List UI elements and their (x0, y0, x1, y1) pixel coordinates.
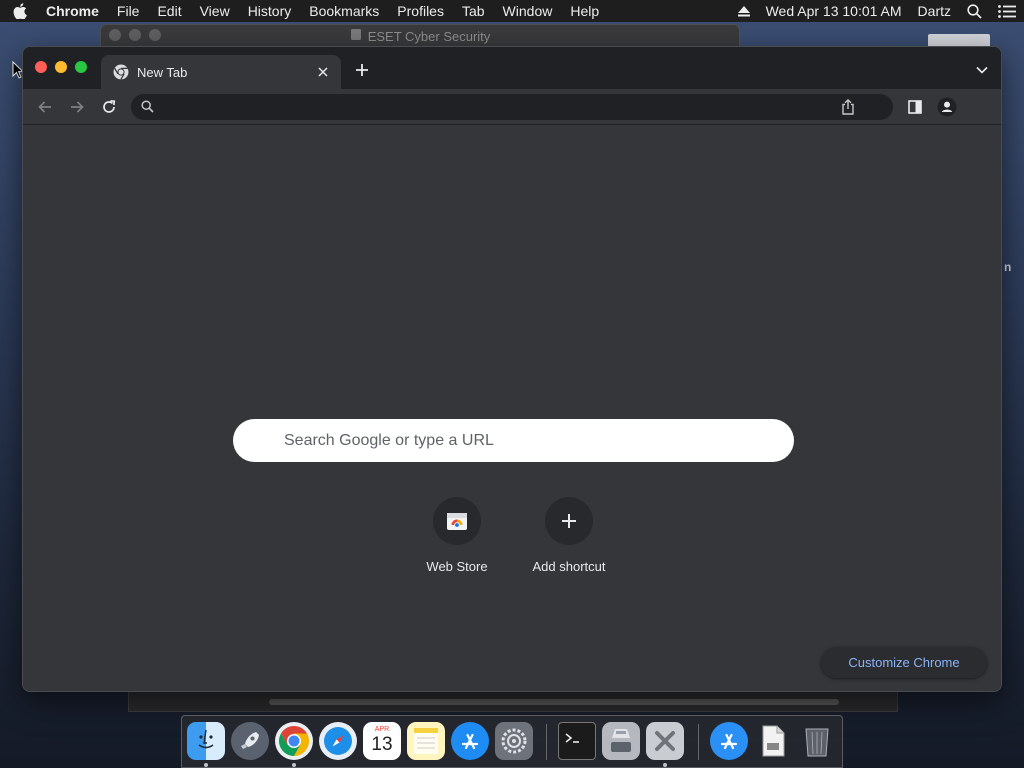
app-store-folder-icon[interactable] (710, 722, 748, 760)
tab-close-icon[interactable] (315, 64, 331, 80)
back-button[interactable] (35, 97, 55, 117)
menu-view[interactable]: View (191, 3, 239, 19)
shortcut-tile[interactable] (433, 497, 481, 545)
x-app-running-indicator (663, 763, 667, 767)
tab-new-tab[interactable]: New Tab (101, 55, 341, 89)
plus-icon (562, 514, 576, 528)
reload-button[interactable] (99, 97, 119, 117)
shortcut-label: Add shortcut (532, 559, 606, 574)
menu-edit[interactable]: Edit (148, 3, 190, 19)
menu-help[interactable]: Help (561, 3, 608, 19)
menu-tab[interactable]: Tab (453, 3, 494, 19)
google-search-box[interactable] (233, 419, 794, 462)
address-bar[interactable] (131, 94, 893, 120)
background-window-title-bar: ESET Cyber Security (101, 28, 739, 44)
web-store-icon (447, 513, 467, 530)
menu-file[interactable]: File (108, 3, 149, 19)
background-scrollbar[interactable] (269, 699, 839, 705)
shortcut-label: Web Store (426, 559, 488, 574)
shortcut-web-store[interactable]: Web Store (401, 497, 513, 574)
share-icon[interactable] (841, 99, 855, 120)
tab-search-chevron-icon[interactable] (975, 63, 989, 77)
chrome-window: New Tab Search Google or type a URL Web … (22, 46, 1002, 692)
menu-window[interactable]: Window (494, 3, 562, 19)
omnibox-search-icon (141, 100, 154, 118)
menu-profiles[interactable]: Profiles (388, 3, 453, 19)
menu-history[interactable]: History (239, 3, 301, 19)
browser-toolbar (23, 89, 1001, 125)
tab-strip: New Tab (23, 47, 1001, 89)
window-controls (35, 61, 87, 73)
customize-chrome-button[interactable]: Customize Chrome (821, 647, 987, 678)
background-edge-text: n (1004, 260, 1012, 274)
new-tab-button[interactable] (353, 61, 371, 79)
side-panel-icon[interactable] (905, 97, 925, 117)
notification-center-icon[interactable] (998, 4, 1016, 18)
eset-app-icon (350, 28, 362, 44)
eject-icon[interactable] (737, 5, 750, 17)
menubar-clock[interactable]: Wed Apr 13 10:01 AM (766, 3, 902, 19)
safari-icon[interactable] (319, 722, 357, 760)
menu-bar: Chrome File Edit View History Bookmarks … (0, 0, 1024, 22)
finder-running-indicator (204, 763, 208, 767)
window-close-button[interactable] (35, 61, 47, 73)
background-window-title: ESET Cyber Security (367, 28, 491, 44)
menu-app-name[interactable]: Chrome (40, 3, 108, 19)
new-tab-page: Web Store Add shortcut Customize Chrome (23, 126, 1001, 691)
search-input[interactable] (284, 431, 764, 450)
shortcut-add[interactable]: Add shortcut (513, 497, 625, 574)
menubar-user[interactable]: Dartz (918, 3, 951, 19)
chrome-running-indicator (292, 763, 296, 767)
profile-avatar-icon[interactable] (937, 97, 957, 117)
chrome-favicon-icon (113, 64, 129, 80)
x-app-icon[interactable] (646, 722, 684, 760)
launchpad-icon[interactable] (231, 722, 269, 760)
finder-icon[interactable] (187, 722, 225, 760)
disk-utility-icon[interactable] (602, 722, 640, 760)
dock: APR 13 (181, 715, 843, 768)
dock-separator (546, 724, 547, 760)
tab-title: New Tab (137, 64, 188, 80)
document-icon[interactable] (754, 722, 792, 760)
calendar-day: 13 (371, 734, 393, 755)
forward-button[interactable] (67, 97, 87, 117)
calendar-month: APR (374, 726, 390, 733)
menu-bookmarks[interactable]: Bookmarks (300, 3, 388, 19)
spotlight-icon[interactable] (967, 3, 982, 19)
calendar-icon[interactable]: APR 13 (363, 722, 401, 760)
window-minimize-button[interactable] (55, 61, 67, 73)
system-preferences-icon[interactable] (495, 722, 533, 760)
address-input[interactable] (163, 97, 823, 117)
notes-icon[interactable] (407, 722, 445, 760)
chrome-icon[interactable] (275, 722, 313, 760)
dock-separator (698, 724, 699, 760)
window-zoom-button[interactable] (75, 61, 87, 73)
trash-icon[interactable] (798, 722, 836, 760)
apple-menu-icon[interactable] (0, 3, 40, 19)
shortcut-tile[interactable] (545, 497, 593, 545)
app-store-icon[interactable] (451, 722, 489, 760)
terminal-icon[interactable] (558, 722, 596, 760)
